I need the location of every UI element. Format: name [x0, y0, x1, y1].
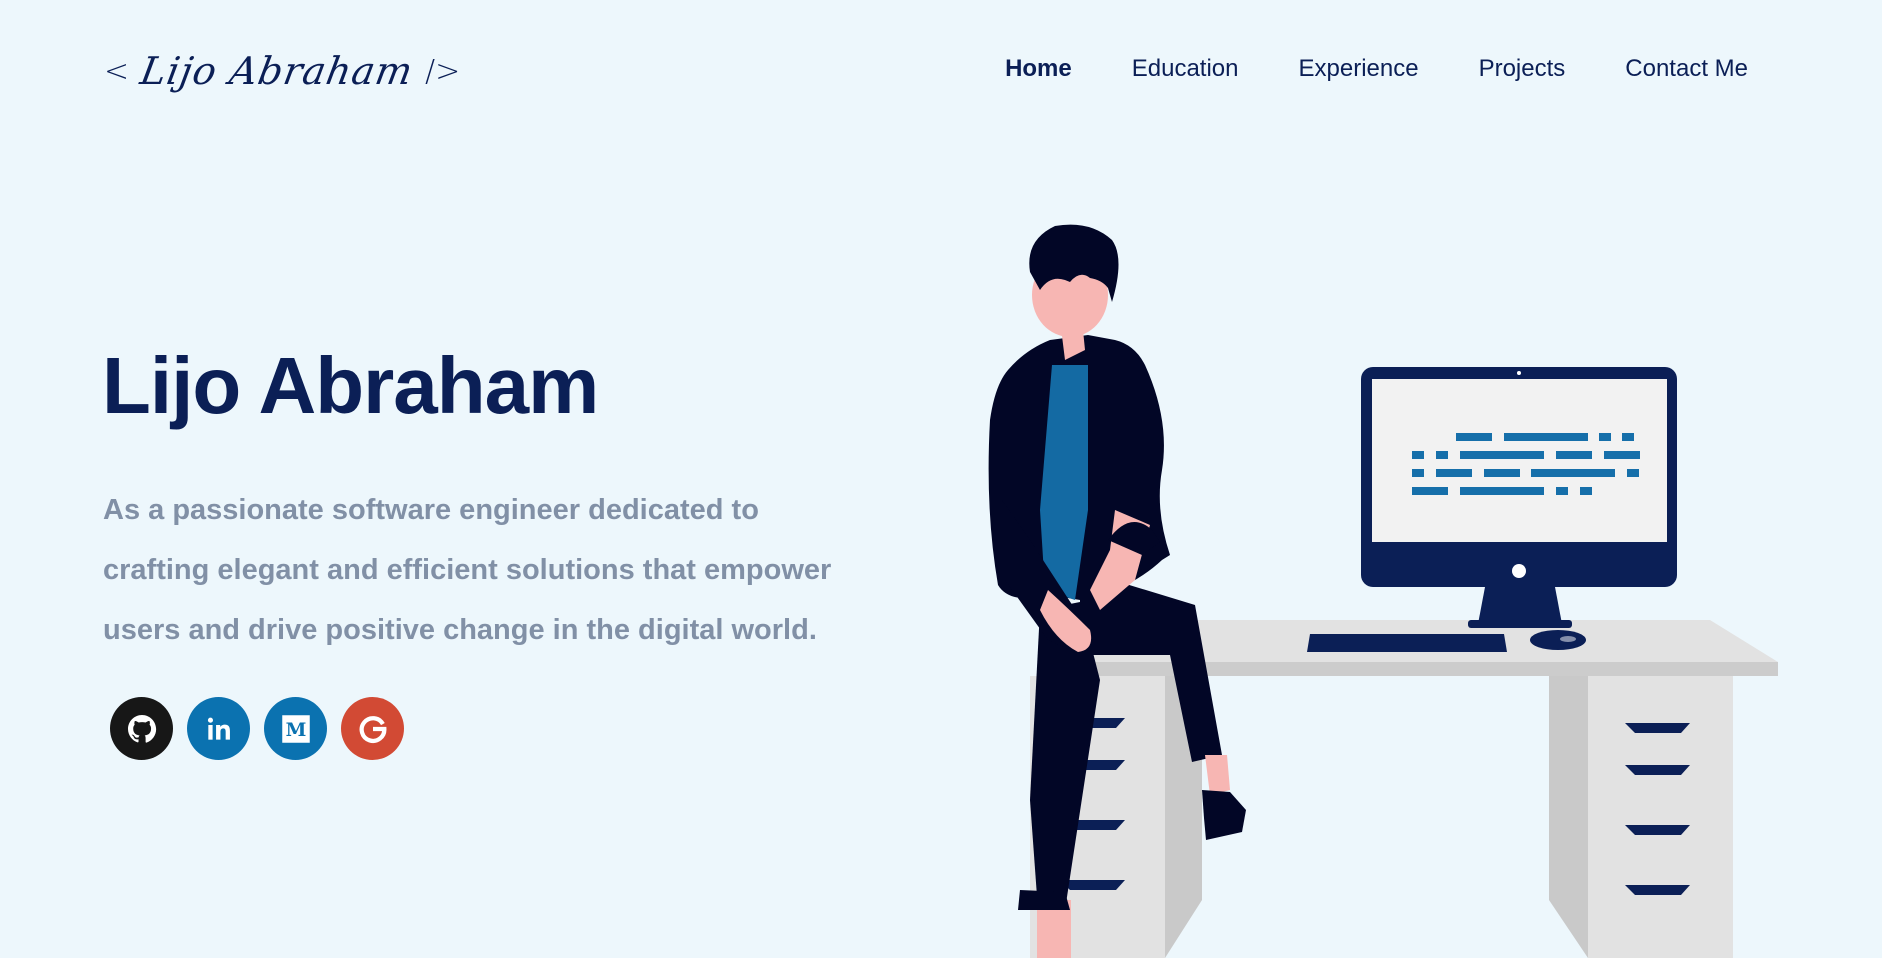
desk [1030, 620, 1778, 958]
main-nav: Home Education Experience Projects Conta… [1005, 55, 1748, 83]
nav-education[interactable]: Education [1132, 55, 1239, 83]
google-icon [359, 715, 386, 743]
computer-monitor [1361, 367, 1677, 628]
nav-experience[interactable]: Experience [1299, 55, 1419, 83]
medium-icon: M [281, 714, 310, 743]
github-icon [127, 714, 156, 743]
nav-contact-me[interactable]: Contact Me [1625, 55, 1748, 83]
nav-home[interactable]: Home [1005, 55, 1072, 83]
site-header: < Lijo Abraham /> Home Education Experie… [0, 0, 1882, 140]
logo-open-bracket: < [104, 53, 130, 89]
github-button[interactable] [110, 697, 173, 760]
hero-description: As a passionate software engineer dedica… [103, 494, 832, 646]
google-button[interactable] [341, 697, 404, 760]
hero-title: Lijo Abraham [102, 341, 599, 430]
linkedin-button[interactable] [187, 697, 250, 760]
developer-desk-illustration [988, 224, 1778, 958]
logo-close-bracket: /> [425, 53, 461, 89]
svg-text:M: M [285, 718, 306, 740]
nav-projects[interactable]: Projects [1479, 55, 1566, 83]
social-links: M [110, 697, 404, 760]
mouse [1530, 630, 1586, 650]
keyboard [1307, 634, 1507, 652]
linkedin-icon [207, 717, 230, 740]
logo-signature: Lijo Abraham [137, 49, 417, 93]
medium-button[interactable]: M [264, 697, 327, 760]
logo[interactable]: < Lijo Abraham /> [104, 42, 460, 100]
